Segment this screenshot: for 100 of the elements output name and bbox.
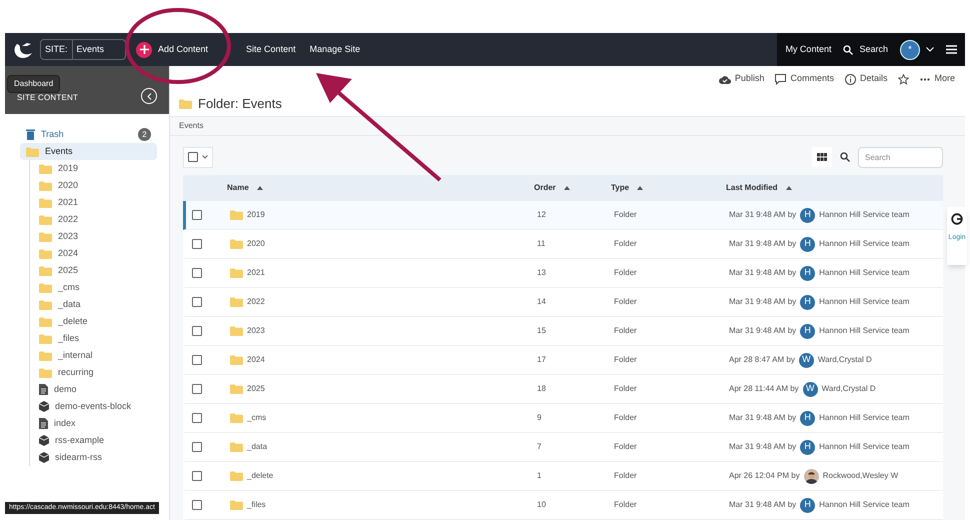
tree-item[interactable]: 2022 bbox=[33, 211, 157, 228]
table-row[interactable]: 2020 11 Folder Mar 31 9:48 AM by H Hannon Hill Service team bbox=[183, 230, 943, 259]
logo-icon[interactable] bbox=[12, 40, 34, 58]
type-cell-text: Folder bbox=[614, 296, 638, 308]
table-row[interactable]: 2024 17 Folder Apr 28 8:47 AM by W Ward,Crystal D bbox=[183, 346, 943, 375]
table-row[interactable]: _delete 1 Folder Apr 26 12:04 PM by Rockwood,Wesley W bbox=[183, 462, 943, 491]
table-row[interactable]: 2025 18 Folder Apr 28 11:44 AM by W Ward,Crystal D bbox=[183, 375, 943, 404]
table-row[interactable]: _cms 9 Folder Mar 31 9:48 AM by H Hannon Hill Service team bbox=[183, 404, 943, 433]
search-button[interactable]: Search bbox=[843, 42, 888, 56]
plus-icon bbox=[136, 42, 152, 58]
sidebar-title: SITE CONTENT bbox=[17, 92, 78, 104]
sort-icon bbox=[637, 186, 644, 190]
star-icon[interactable] bbox=[898, 74, 910, 84]
name-cell: 2022 bbox=[247, 296, 265, 308]
row-checkbox[interactable] bbox=[192, 210, 202, 220]
row-checkbox[interactable] bbox=[192, 500, 202, 510]
type-cell-text: Folder bbox=[614, 354, 638, 366]
column-header[interactable]: Type bbox=[611, 182, 630, 194]
row-checkbox[interactable] bbox=[192, 297, 202, 307]
tree-item[interactable]: Events bbox=[20, 143, 157, 160]
type-cell-text: Folder bbox=[614, 441, 638, 453]
site-selector[interactable]: SITE: Events bbox=[40, 39, 126, 60]
count-badge: 2 bbox=[138, 128, 151, 141]
add-content-button[interactable]: Add Content bbox=[136, 42, 208, 58]
toolbar-button[interactable]: Details bbox=[844, 72, 888, 86]
tree-item[interactable]: 2023 bbox=[33, 228, 157, 245]
order-cell-text: 1 bbox=[537, 470, 542, 482]
nav-link[interactable]: Manage Site bbox=[310, 42, 360, 56]
tree-item[interactable]: 2025 bbox=[33, 262, 157, 279]
modified-cell: Mar 31 9:48 AM by bbox=[729, 296, 796, 308]
folder-icon bbox=[39, 214, 52, 224]
row-checkbox[interactable] bbox=[192, 268, 202, 278]
tree-item[interactable]: rss-example bbox=[33, 432, 157, 449]
circle-logo-icon bbox=[951, 213, 963, 225]
tree-item[interactable]: 2021 bbox=[33, 194, 157, 211]
folder-icon bbox=[39, 198, 52, 208]
cube-icon bbox=[39, 401, 49, 412]
tree-item[interactable]: 2019 bbox=[33, 160, 157, 177]
column-header[interactable]: Order bbox=[534, 182, 556, 194]
modified-cell: Mar 31 9:48 AM by bbox=[729, 441, 796, 453]
tree-item[interactable]: _data bbox=[33, 296, 157, 313]
tooltip: Dashboard bbox=[7, 75, 60, 93]
nav-link[interactable]: Site Content bbox=[246, 42, 296, 56]
collapse-button[interactable] bbox=[141, 88, 157, 104]
select-all-checkbox[interactable] bbox=[183, 146, 213, 168]
sort-icon bbox=[256, 186, 263, 190]
tree-item[interactable]: Trash 2 bbox=[20, 126, 157, 143]
table-row[interactable]: 2022 14 Folder Mar 31 9:48 AM by H Hannon Hill Service team bbox=[183, 288, 943, 317]
cube-icon bbox=[39, 435, 49, 446]
column-header[interactable]: Name bbox=[227, 182, 249, 194]
tree-item[interactable]: demo-events-block bbox=[33, 398, 157, 415]
row-checkbox[interactable] bbox=[192, 326, 202, 336]
table-row[interactable]: _data 7 Folder Mar 31 9:48 AM by H Hannon Hill Service team bbox=[183, 433, 943, 462]
tree-item[interactable]: 2024 bbox=[33, 245, 157, 262]
table-row[interactable]: 2023 15 Folder Mar 31 9:48 AM by H Hannon Hill Service team bbox=[183, 317, 943, 346]
name-cell: 2025 bbox=[247, 383, 265, 395]
tree-item[interactable]: recurring bbox=[33, 364, 157, 381]
row-checkbox[interactable] bbox=[192, 384, 202, 394]
search-icon bbox=[843, 44, 854, 54]
page-icon bbox=[39, 418, 48, 429]
nav-link[interactable]: My Content bbox=[785, 42, 832, 56]
order-cell-text: 14 bbox=[537, 296, 547, 308]
column-header[interactable]: Last Modified bbox=[726, 182, 778, 194]
table-row[interactable]: _files 10 Folder Mar 31 9:48 AM by H Hannon Hill Service team bbox=[183, 491, 943, 520]
tree-item[interactable]: _delete bbox=[33, 313, 157, 330]
tree-item[interactable]: _cms bbox=[33, 279, 157, 296]
tree-item[interactable]: sidearm-rss bbox=[33, 449, 157, 466]
folder-icon bbox=[39, 266, 52, 276]
row-checkbox[interactable] bbox=[192, 471, 202, 481]
user-avatar: H bbox=[800, 266, 816, 280]
table-row[interactable]: 2021 13 Folder Mar 31 9:48 AM by H Hannon Hill Service team bbox=[183, 259, 943, 288]
tree-item[interactable]: index bbox=[33, 415, 157, 432]
tree-item[interactable]: 2020 bbox=[33, 177, 157, 194]
type-cell-text: Folder bbox=[614, 209, 638, 221]
table-row[interactable]: 2019 12 Folder Mar 31 9:48 AM by H Hannon Hill Service team bbox=[183, 201, 943, 230]
type-cell-text: Folder bbox=[614, 238, 638, 250]
tree-item[interactable]: _files bbox=[33, 330, 157, 347]
tree-item[interactable]: _internal bbox=[33, 347, 157, 364]
user-avatar: H bbox=[800, 294, 816, 310]
chevron-down-icon[interactable] bbox=[926, 47, 934, 52]
menu-icon[interactable] bbox=[946, 45, 957, 54]
folder-icon bbox=[39, 350, 52, 360]
folder-icon bbox=[39, 282, 52, 292]
toolbar-button[interactable]: Publish bbox=[718, 72, 764, 86]
tree-item[interactable]: demo bbox=[33, 381, 157, 398]
row-checkbox[interactable] bbox=[192, 355, 202, 365]
toolbar-button[interactable]: Comments bbox=[775, 72, 834, 86]
name-cell: 2023 bbox=[247, 325, 265, 337]
user-avatar: H bbox=[800, 324, 816, 338]
row-checkbox[interactable] bbox=[192, 442, 202, 452]
search-field[interactable]: Search bbox=[858, 146, 943, 168]
row-checkbox[interactable] bbox=[192, 413, 202, 423]
toolbar-button[interactable]: More bbox=[920, 72, 955, 86]
breadcrumb-link[interactable]: Events bbox=[179, 120, 204, 132]
user-name: Hannon Hill Service team bbox=[819, 296, 910, 308]
folder-icon bbox=[179, 98, 192, 109]
user-avatar-button[interactable]: * bbox=[900, 40, 920, 60]
modified-cell: Mar 31 9:48 AM by bbox=[729, 238, 796, 250]
grid-view-button[interactable] bbox=[812, 147, 832, 167]
row-checkbox[interactable] bbox=[192, 239, 202, 249]
